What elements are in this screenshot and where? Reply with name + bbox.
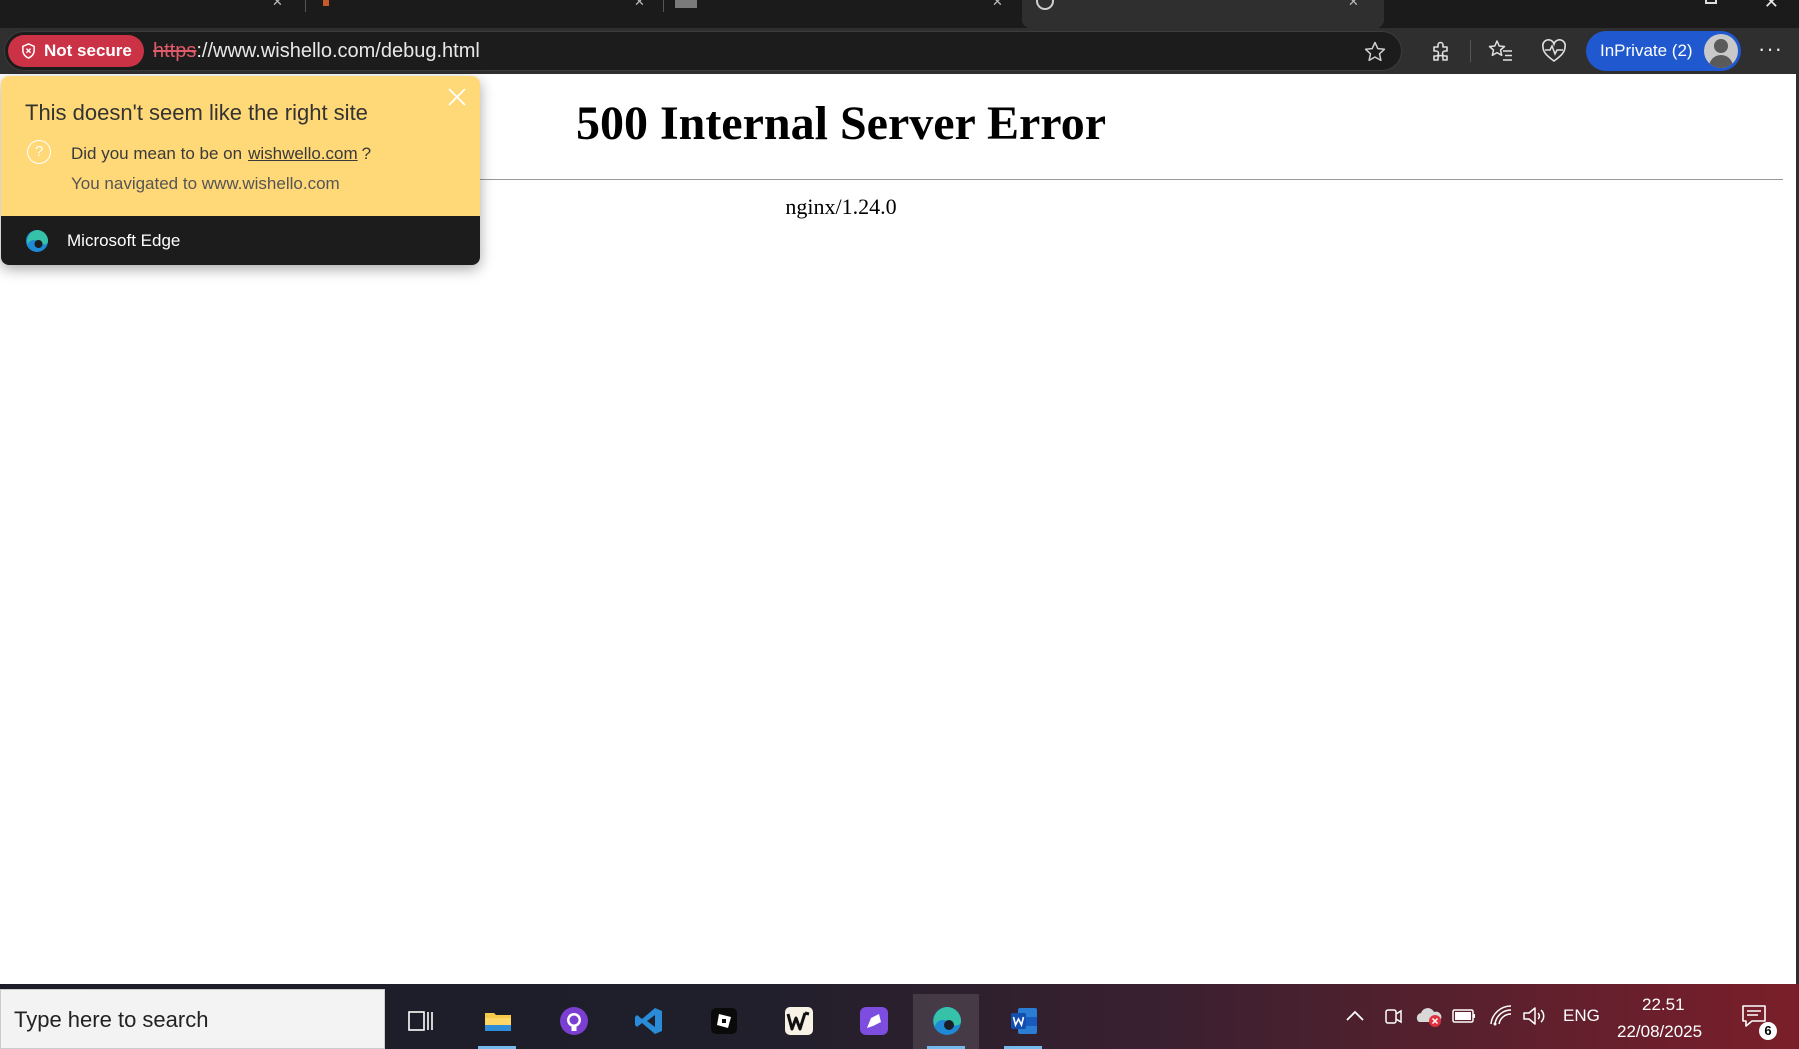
question-icon: ? (27, 140, 51, 164)
folder-icon (485, 1013, 511, 1031)
microsoft-word-button[interactable] (990, 994, 1056, 1049)
search-placeholder: Type here to search (14, 1007, 209, 1032)
not-secure-label: Not secure (44, 41, 132, 60)
navigated-note: You navigated to www.wishello.com (71, 174, 340, 193)
inprivate-profile-button[interactable]: InPrivate (2) (1586, 31, 1741, 71)
onedrive-error-icon[interactable] (1414, 1004, 1444, 1028)
not-secure-chip[interactable]: Not secure (8, 35, 144, 67)
wattpad-icon (785, 1007, 813, 1035)
warning-title: This doesn't seem like the right site (25, 100, 368, 125)
url-path: ://www.wishello.com/debug.html (196, 40, 480, 62)
battery-icon[interactable] (1451, 1004, 1477, 1028)
restore-icon[interactable] (1705, 0, 1717, 4)
clipchamp-button[interactable] (840, 994, 906, 1049)
task-view-icon (408, 1011, 433, 1031)
browser-essentials-icon[interactable] (1541, 38, 1567, 64)
notification-count-badge: 6 (1759, 1022, 1777, 1040)
edge-logo-icon (26, 230, 48, 252)
tab-3[interactable]: ✕ (664, 0, 1022, 22)
avatar (1704, 34, 1738, 68)
meet-now-icon[interactable] (1382, 1004, 1404, 1028)
roblox-studio-icon (711, 1008, 737, 1034)
roblox-studio-button[interactable] (690, 994, 756, 1049)
url-scheme: https (153, 40, 197, 62)
inprivate-label: InPrivate (2) (1600, 41, 1693, 60)
tab-close-icon[interactable]: ✕ (272, 0, 283, 10)
favorite-star-icon[interactable] (1363, 40, 1387, 64)
extensions-puzzle-icon[interactable] (1428, 38, 1454, 64)
tab-strip: ✕ ✕ ✕ ✕ ✕ (0, 0, 1799, 28)
suggestion-suffix: ? (361, 144, 372, 163)
clock-time[interactable]: 22.51 (1642, 995, 1685, 1015)
github-desktop-button[interactable] (540, 994, 606, 1049)
flyout-footer: Microsoft Edge (1, 216, 480, 265)
word-icon (1011, 1008, 1037, 1034)
file-explorer-button[interactable] (464, 994, 530, 1049)
settings-more-icon[interactable]: ··· (1758, 36, 1783, 62)
url-text[interactable]: https://www.wishello.com/debug.html (153, 32, 480, 70)
globe-icon (1036, 0, 1054, 10)
vs-code-button[interactable] (615, 994, 681, 1049)
volume-icon[interactable] (1521, 1004, 1547, 1028)
taskbar-search-box[interactable]: Type here to search (0, 989, 385, 1049)
footer-label: Microsoft Edge (67, 231, 181, 250)
taskbar: Type here to search ENG 22.51 22/08/2025… (0, 984, 1799, 1049)
clock-date[interactable]: 22/08/2025 (1617, 1022, 1702, 1042)
close-icon[interactable] (444, 84, 470, 110)
vscode-icon (635, 1008, 662, 1034)
typosquatting-warning-flyout: This doesn't seem like the right site ? … (1, 76, 480, 265)
chevron-up-icon[interactable] (1344, 1004, 1366, 1028)
tab-1[interactable]: ✕ (0, 0, 306, 22)
favorites-icon[interactable] (1488, 38, 1514, 64)
wattpad-button[interactable] (765, 994, 831, 1049)
tab-close-icon[interactable]: ✕ (1348, 0, 1359, 10)
tab-close-icon[interactable]: ✕ (634, 0, 645, 10)
microsoft-edge-button[interactable] (913, 994, 979, 1049)
tab-5[interactable] (1384, 0, 1584, 22)
clipchamp-icon (860, 1007, 888, 1035)
suggestion-line: Did you mean to be on wishwello.com? (71, 144, 371, 164)
shield-warning-icon (22, 43, 35, 59)
suggested-site-link[interactable]: wishwello.com (248, 144, 358, 163)
github-icon (560, 1007, 588, 1035)
wifi-icon[interactable] (1489, 1004, 1513, 1028)
tab-close-icon[interactable]: ✕ (992, 0, 1003, 10)
warning-panel: This doesn't seem like the right site ? … (1, 76, 480, 216)
toolbar-divider (1470, 40, 1471, 62)
language-indicator[interactable]: ENG (1563, 1006, 1600, 1026)
task-view-button[interactable] (387, 994, 453, 1049)
tab-2[interactable]: ✕ (306, 0, 664, 22)
tab-active[interactable]: ✕ (1022, 0, 1384, 28)
address-bar[interactable]: Not secure https://www.wishello.com/debu… (4, 31, 1402, 71)
suggestion-prefix: Did you mean to be on (71, 144, 243, 163)
browser-toolbar: Not secure https://www.wishello.com/debu… (0, 28, 1799, 74)
window-close-icon[interactable]: ✕ (1764, 0, 1779, 13)
edge-icon (933, 1007, 961, 1035)
